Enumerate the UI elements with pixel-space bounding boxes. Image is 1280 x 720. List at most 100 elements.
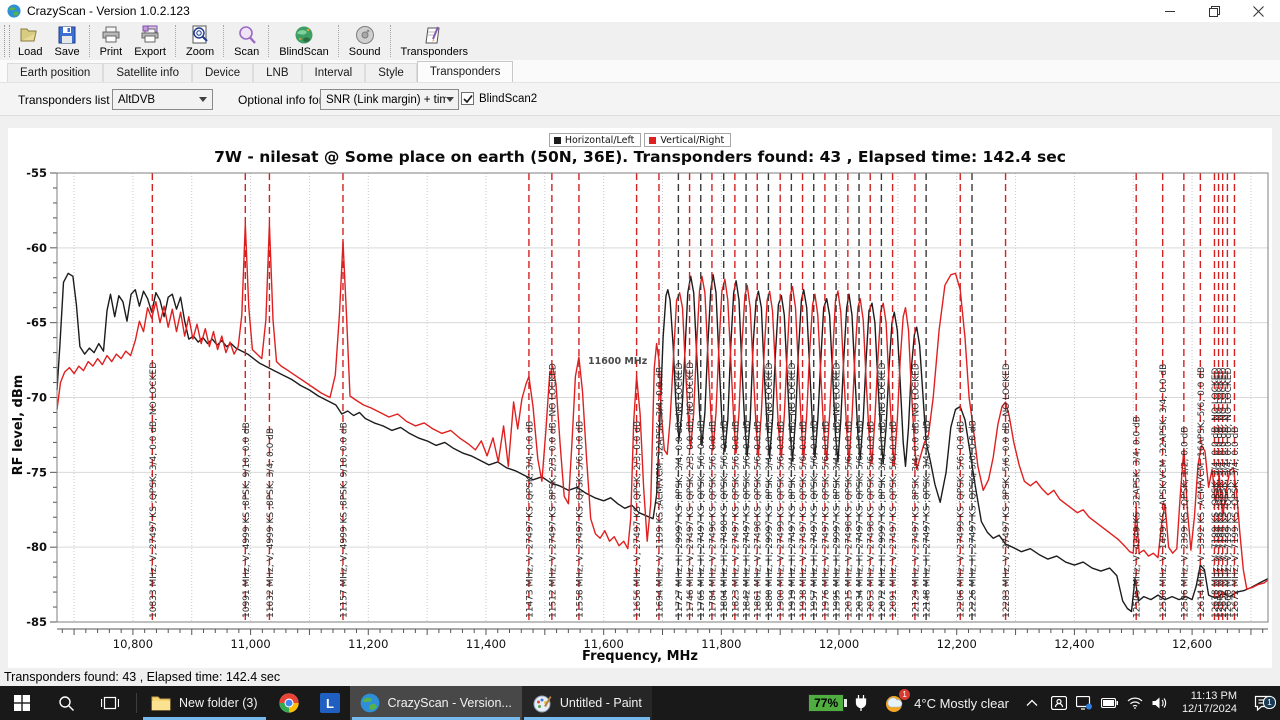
- notepad-pencil-icon: [424, 24, 444, 45]
- zoom-button[interactable]: Zoom: [180, 23, 220, 59]
- transponder-label: 10991 MHz; V; 4999 KS ;8PSK; 9/10; 0.0 d…: [242, 422, 252, 618]
- open-folder-icon: [20, 24, 40, 45]
- transponder-label: 12206 MHz; V; 27499 KS ;QPSK; 5/6; 0.0 d…: [957, 421, 967, 618]
- blindscan-button[interactable]: BlindScan: [273, 23, 335, 59]
- tab-interval[interactable]: Interval: [302, 63, 366, 82]
- svg-text:L: L: [326, 696, 334, 711]
- transponder-label: 12550 MHz; V; 1499 KS ;APSK/VCM ;32APSK;…: [1159, 364, 1169, 618]
- title-bar: CrazyScan - Version 1.0.2.123: [0, 0, 1280, 22]
- taskbar-divider: [136, 693, 137, 713]
- taskbar-app-l-badge[interactable]: L: [310, 686, 350, 720]
- task-view-button[interactable]: [88, 686, 132, 720]
- tray-chevron-up-icon[interactable]: [1026, 699, 1038, 707]
- toolbar-separator: [338, 25, 340, 57]
- weather-alert-badge: 1: [899, 689, 910, 700]
- taskbar-tray-area: 77% 1 4°C Mostly clear 11:13 PM 12/17/20…: [808, 686, 1280, 720]
- minimize-button[interactable]: [1148, 0, 1192, 22]
- transponders-button[interactable]: Transponders: [395, 23, 474, 59]
- restore-button[interactable]: [1192, 0, 1236, 22]
- y-tick-label: -85: [26, 615, 47, 629]
- y-tick-label: -80: [26, 540, 47, 554]
- battery-percentage-badge[interactable]: 77%: [808, 694, 844, 712]
- network-wifi-icon[interactable]: [1127, 697, 1143, 709]
- y-tick-label: -60: [26, 241, 47, 255]
- toolbar-separator: [390, 25, 392, 57]
- taskbar-app-chrome[interactable]: [268, 686, 310, 720]
- action-center-button[interactable]: 1: [1250, 695, 1276, 711]
- x-axis-label: Frequency, MHz: [8, 649, 1272, 664]
- close-button[interactable]: [1236, 0, 1280, 22]
- volume-icon[interactable]: [1152, 697, 1167, 709]
- weather-widget[interactable]: 1 4°C Mostly clear: [884, 692, 1009, 714]
- transponder-label: 11656 MHz; V; 27497 KS ;QPSK; 2/3; 0.0 d…: [633, 421, 643, 618]
- y-tick-label: -55: [26, 166, 47, 180]
- transponder-label: 11957 MHz; H; 27497 KS ;QPSK; 5/6; 0.0 d…: [810, 420, 820, 618]
- legend-swatch-black: [554, 137, 561, 144]
- magnifier-icon: [237, 24, 257, 45]
- transponder-label: 11765 MHz; H; 27497 KS ;QPSK; 5/6; 0.0 d…: [697, 420, 707, 618]
- status-text: Transponders found: 43 , Elapsed time: 1…: [4, 670, 280, 684]
- globe-scan-icon: [294, 24, 314, 45]
- toolbar-separator: [268, 25, 270, 57]
- spectrum-plot: -55-60-65-70-75-80-8510,80011,00011,2001…: [8, 128, 1272, 668]
- blindscan2-checkbox[interactable]: [461, 92, 474, 105]
- project-display-icon[interactable]: [1076, 696, 1092, 710]
- action-center-badge: 1: [1263, 696, 1276, 709]
- transponder-label: 12091 MHz; V; 27497 KS ;QPSK; 5/6; 0.0 d…: [889, 421, 899, 618]
- scan-button[interactable]: Scan: [228, 23, 265, 59]
- meet-now-icon[interactable]: [1051, 696, 1067, 710]
- chrome-icon: [278, 692, 300, 714]
- frequency-annotation: 11600 MHz: [588, 356, 647, 367]
- power-plug-icon: [855, 695, 867, 711]
- transponder-label: 12586 MHz; V; 2399 KS ;QPSK; 1/2; 0.0 dB: [1180, 427, 1190, 618]
- zoom-page-icon: [190, 24, 210, 45]
- taskbar-clock[interactable]: 11:13 PM 12/17/2024: [1182, 690, 1237, 716]
- list-format-select[interactable]: AltDVB: [112, 89, 213, 110]
- start-button[interactable]: [0, 686, 44, 720]
- legend-vertical-label: Vertical/Right: [660, 135, 724, 146]
- transponder-label: 12672 MHz; V; 7199 KS ;QPSK; 3/4; 0.0 dB: [1231, 427, 1241, 618]
- search-button[interactable]: [44, 686, 88, 720]
- legend-horizontal[interactable]: Horizontal/Left: [549, 133, 642, 147]
- taskbar-app-new-folder-3-[interactable]: New folder (3): [141, 686, 268, 720]
- chart-legend: Horizontal/Left Vertical/Right: [8, 133, 1272, 147]
- transponder-label: 11727 MHz; H; 29997 KS ;8PSK; 3/4; 0.0 d…: [675, 363, 685, 618]
- taskbar-app-untitled-paint[interactable]: Untitled - Paint: [522, 686, 652, 720]
- tab-lnb[interactable]: LNB: [253, 63, 301, 82]
- settings-tabs: Earth positionSatellite infoDeviceLNBInt…: [0, 60, 1280, 82]
- taskbar: New folder (3) L CrazyScan - Version...Unt…: [0, 686, 1280, 720]
- transponder-label: 12505 MHz; V; 4249 KS ;32APSK; 3/4; 0.0 …: [1133, 416, 1143, 618]
- taskbar-app-crazyscan-version-[interactable]: CrazyScan - Version...: [350, 686, 522, 720]
- load-button[interactable]: Load: [12, 23, 48, 59]
- tab-earth-position[interactable]: Earth position: [7, 63, 103, 82]
- legend-horizontal-label: Horizontal/Left: [565, 135, 635, 146]
- tab-satellite-info[interactable]: Satellite info: [103, 63, 192, 82]
- sound-button[interactable]: Sound: [343, 23, 387, 59]
- chevron-down-icon: [199, 95, 208, 104]
- save-button[interactable]: Save: [48, 23, 85, 59]
- transponder-label: 11558 MHz; V; 27497 KS ;QPSK; 5/6; 0.0 d…: [575, 421, 585, 618]
- print-button[interactable]: Print: [94, 23, 129, 59]
- export-button[interactable]: Export: [128, 23, 172, 59]
- transponder-label: 12129 MHz; V; 27497 KS ;8PSK; 3/4; 0.0 d…: [911, 363, 921, 618]
- tab-device[interactable]: Device: [192, 63, 253, 82]
- transponder-label: 11900 MHz; V; 27499 KS ;QPSK; 5/6; 0.0 d…: [777, 421, 787, 618]
- transponder-label: 12226 MHz; H; 27497 KS ;QPSK; 5/6; 0.0 d…: [969, 420, 979, 618]
- transponder-label: 11473 MHz; V; 27497 KS ;QPSK; 3/4; 0.0 d…: [525, 421, 535, 618]
- taskbar-apps: New folder (3) L CrazyScan - Version...Unt…: [141, 686, 652, 720]
- tab-transponders[interactable]: Transponders: [417, 61, 514, 82]
- toolbar-separator: [89, 25, 91, 57]
- legend-vertical[interactable]: Vertical/Right: [644, 133, 731, 147]
- tab-style[interactable]: Style: [365, 63, 417, 82]
- y-axis-label: RF level, dBm: [11, 350, 26, 500]
- toolbar-separator: [175, 25, 177, 57]
- transponder-label: 12072 MHz; H; 29997 KS ;8PSK; 3/4; 0.0 d…: [878, 363, 888, 618]
- transponder-label: 11919 MHz; H; 27497 KS ;8PSK; 3/4; 0.0 d…: [788, 363, 798, 618]
- weather-text: 4°C Mostly clear: [914, 696, 1009, 711]
- app-globe-icon: [7, 4, 21, 18]
- list-format-value: AltDVB: [118, 94, 155, 106]
- transponder-label: 11804 MHz; H; 27498 KS ;QPSK; 5/6; 0.0 d…: [720, 420, 730, 618]
- battery-icon[interactable]: [1101, 698, 1118, 708]
- info-format-select[interactable]: SNR (Link margin) + time/date: [320, 89, 459, 110]
- toolbar-grip[interactable]: [4, 25, 10, 57]
